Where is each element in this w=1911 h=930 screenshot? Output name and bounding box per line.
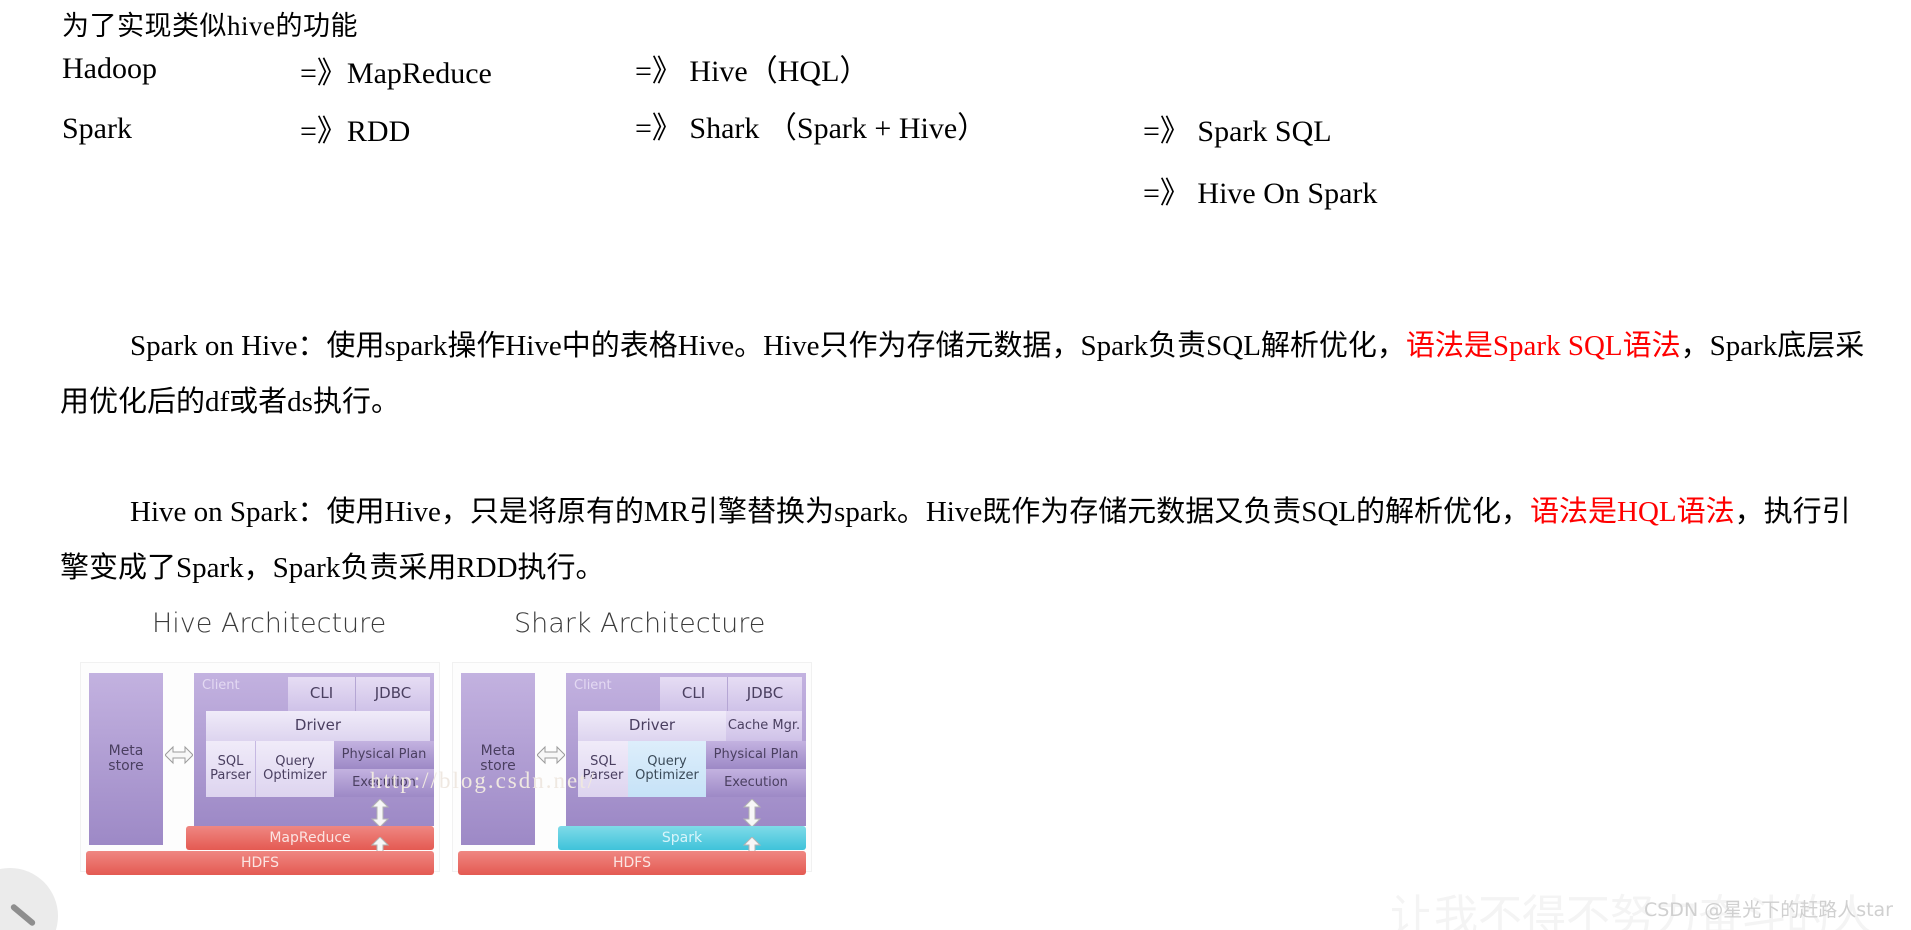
hive-driver-label: Driver xyxy=(294,716,342,735)
hive-jdbc-label: JDBC xyxy=(374,684,412,703)
shark-query-optimizer-box: Query Optimizer xyxy=(628,741,706,797)
hive-engine-label: MapReduce xyxy=(269,829,351,846)
shark-jdbc-label: JDBC xyxy=(746,684,784,703)
shark-storage-bar: HDFS xyxy=(458,851,806,875)
flow-row1-source: Hadoop xyxy=(62,52,157,85)
shark-driver-label: Driver xyxy=(628,716,676,735)
hive-architecture-panel: Meta store Client CLI JDBC Driver SQL Pa… xyxy=(80,662,440,875)
paragraph-hive-on-spark: Hive on Spark：使用Hive，只是将原有的MR引擎替换为spark。… xyxy=(60,484,1870,596)
shark-physical-plan-label: Physical Plan xyxy=(713,747,799,763)
flow-row1-stage1: =》MapReduce xyxy=(300,57,492,90)
shark-cache-mgr-box: Cache Mgr. xyxy=(726,711,802,741)
paragraph-spark-on-hive: Spark on Hive：使用spark操作Hive中的表格Hive。Hive… xyxy=(60,318,1870,430)
hive-on-spark-lead: Hive on Spark： xyxy=(130,496,327,528)
flow-row2-stage2: =》 Shark （Spark + Hive） xyxy=(635,112,988,145)
hive-sql-parser-box: SQL Parser xyxy=(206,741,256,797)
hive-execution-engine-arrow xyxy=(370,799,390,827)
shark-query-optimizer-label: Query Optimizer xyxy=(635,754,699,783)
csdn-author-watermark: CSDN @星光下的赶路人star xyxy=(1643,899,1893,921)
hive-metastore-client-arrow xyxy=(165,745,193,765)
hive-cli-label: CLI xyxy=(309,684,334,703)
shark-client-label: Client xyxy=(574,678,612,693)
shark-meta-store-box: Meta store xyxy=(461,673,535,845)
flow-row3-stage3: =》 Hive On Spark xyxy=(1143,177,1378,210)
hive-on-spark-highlight: 语法是HQL语法 xyxy=(1530,496,1735,528)
shark-metastore-client-arrow xyxy=(537,745,565,765)
shark-execution-label: Execution xyxy=(724,775,788,791)
shark-physical-plan-box: Physical Plan xyxy=(706,741,806,769)
hive-storage-bar: HDFS xyxy=(86,851,434,875)
shark-engine-bar: Spark xyxy=(558,826,806,850)
architecture-figure: Hive Architecture Shark Architecture Met… xyxy=(80,608,870,930)
spark-on-hive-highlight: 语法是Spark SQL语法 xyxy=(1405,330,1681,362)
shark-execution-engine-arrow xyxy=(742,799,762,827)
shark-architecture-panel: Meta store Client CLI JDBC Driver Cache … xyxy=(452,662,812,875)
page-title: 为了实现类似hive的功能 xyxy=(62,11,358,41)
spark-on-hive-lead: Spark on Hive： xyxy=(130,330,327,362)
flow-row2-stage3: =》 Spark SQL xyxy=(1143,115,1332,148)
flow-row2-stage1: =》RDD xyxy=(300,115,411,148)
hive-storage-label: HDFS xyxy=(240,854,279,871)
hive-meta-store-label: Meta store xyxy=(108,743,144,774)
shark-driver-box: Driver xyxy=(578,711,726,741)
hive-query-optimizer-label: Query Optimizer xyxy=(263,754,327,783)
hive-meta-store-box: Meta store xyxy=(89,673,163,845)
hive-query-optimizer-box: Query Optimizer xyxy=(256,741,334,797)
hive-engine-bar: MapReduce xyxy=(186,826,434,850)
hive-physical-plan-box: Physical Plan xyxy=(334,741,434,769)
corner-decoration-icon xyxy=(0,868,58,930)
hive-physical-plan-label: Physical Plan xyxy=(341,747,427,763)
hive-cli-box: CLI xyxy=(288,677,356,711)
hive-on-spark-body-1: 使用Hive，只是将原有的MR引擎替换为spark。Hive既作为存储元数据又负… xyxy=(326,496,1531,528)
shark-cli-label: CLI xyxy=(681,684,706,703)
figure-blog-watermark: http://blog.csdn.net/ xyxy=(370,768,596,793)
shark-execution-box: Execution xyxy=(706,769,806,797)
flow-row2-source: Spark xyxy=(62,112,132,145)
hive-architecture-title: Hive Architecture xyxy=(152,608,387,639)
hive-driver-box: Driver xyxy=(206,711,430,741)
shark-jdbc-box: JDBC xyxy=(728,677,802,711)
hive-sql-parser-label: SQL Parser xyxy=(210,754,251,783)
shark-cli-box: CLI xyxy=(660,677,728,711)
hive-client-label: Client xyxy=(202,678,240,693)
shark-engine-label: Spark xyxy=(661,829,703,846)
flow-row1-stage2: =》 Hive（HQL） xyxy=(635,55,870,88)
spark-on-hive-body-1: 使用spark操作Hive中的表格Hive。Hive只作为存储元数据，Spark… xyxy=(326,330,1406,362)
hive-jdbc-box: JDBC xyxy=(356,677,430,711)
shark-storage-label: HDFS xyxy=(612,854,651,871)
shark-architecture-title: Shark Architecture xyxy=(514,608,766,639)
shark-cache-mgr-label: Cache Mgr. xyxy=(727,718,801,734)
document-page: 为了实现类似hive的功能 Hadoop =》MapReduce =》 Hive… xyxy=(0,0,1911,930)
